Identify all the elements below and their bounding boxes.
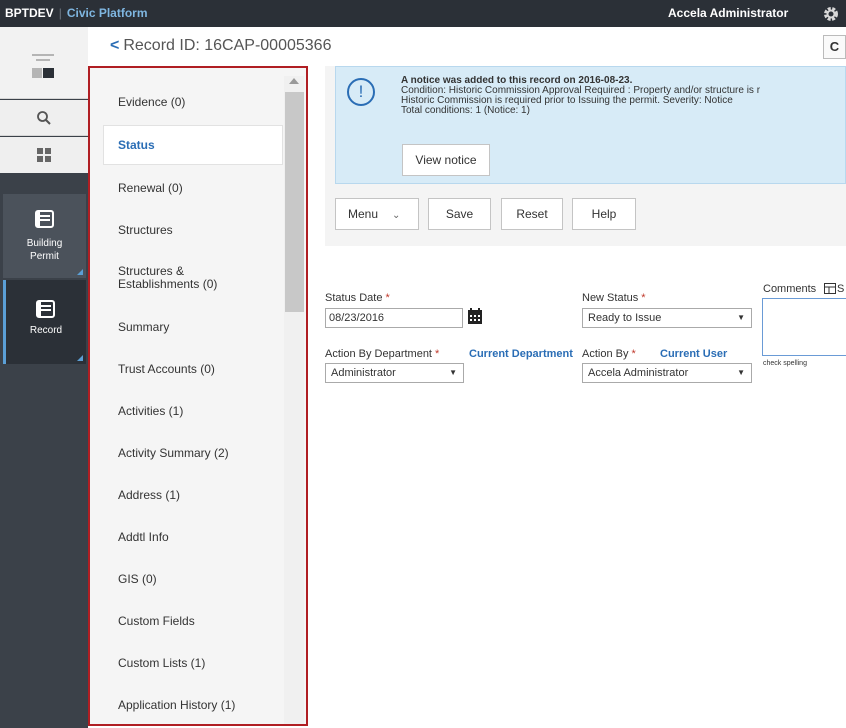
- search-icon: [37, 110, 51, 125]
- action-by-select[interactable]: Accela Administrator ▼: [582, 363, 752, 383]
- nav-tile-building-permit[interactable]: Building Permit: [3, 194, 86, 278]
- select-value: Administrator: [331, 367, 396, 379]
- tab-custom-fields[interactable]: Custom Fields: [118, 614, 195, 628]
- grid-icon: [37, 148, 51, 162]
- record-header: < Record ID: 16CAP-00005366: [110, 37, 331, 55]
- new-status-select[interactable]: Ready to Issue ▼: [582, 308, 752, 328]
- back-chevron-icon[interactable]: <: [110, 37, 119, 54]
- page-title: Record ID: 16CAP-00005366: [123, 37, 332, 54]
- nav-apps[interactable]: [0, 137, 88, 173]
- reset-button[interactable]: Reset: [501, 198, 563, 230]
- required-mark: *: [631, 348, 636, 360]
- nav-tile-record[interactable]: Record: [3, 280, 86, 364]
- tile-label-line2: Permit: [30, 251, 59, 262]
- env-name: BPTDEV: [5, 6, 54, 20]
- label-text: New Status: [582, 292, 639, 304]
- top-bar: BPTDEV | Civic Platform Accela Administrat…: [0, 0, 846, 27]
- notice-total: Total conditions: 1 (Notice: 1): [401, 105, 530, 116]
- select-value: Ready to Issue: [588, 312, 662, 324]
- tab-status[interactable]: Status: [118, 138, 155, 152]
- action-dept-label: Action By Department *: [325, 348, 439, 360]
- tab-gis[interactable]: GIS (0): [118, 572, 157, 586]
- tile-label-line1: Building: [26, 238, 63, 249]
- required-mark: *: [641, 292, 646, 304]
- menu-logo-icon: [32, 54, 54, 78]
- scrollbar-thumb[interactable]: [285, 92, 304, 312]
- notice-banner: ! A notice was added to this record on 2…: [335, 66, 846, 184]
- corner-marker: [77, 355, 83, 361]
- comments-label: Comments: [763, 283, 816, 295]
- tab-custom-lists[interactable]: Custom Lists (1): [118, 656, 205, 670]
- action-by-label: Action By *: [582, 348, 636, 360]
- label-text: Action By: [582, 348, 629, 360]
- select-value: Accela Administrator: [588, 367, 689, 379]
- current-user-link[interactable]: Current User: [660, 348, 727, 360]
- tab-application-history[interactable]: Application History (1): [118, 698, 235, 712]
- expand-icon[interactable]: [824, 283, 836, 294]
- tab-summary[interactable]: Summary: [118, 320, 169, 334]
- tile-label: Record: [29, 325, 63, 336]
- menu-label: Menu: [348, 207, 379, 221]
- dropdown-arrow-icon: ▼: [737, 313, 745, 322]
- check-spelling-link[interactable]: check spelling: [763, 360, 807, 367]
- document-icon: [36, 300, 55, 318]
- new-status-label: New Status *: [582, 292, 646, 304]
- comments-label-suffix: S: [837, 283, 845, 295]
- status-date-label: Status Date *: [325, 292, 390, 304]
- tab-evidence[interactable]: Evidence (0): [118, 95, 185, 109]
- label-text: Action By Department: [325, 348, 432, 360]
- tab-addtl-info[interactable]: Addtl Info: [118, 530, 169, 544]
- status-date-input[interactable]: 08/23/2016: [325, 308, 463, 328]
- view-notice-button[interactable]: View notice: [402, 144, 490, 176]
- tab-structures[interactable]: Structures: [118, 223, 173, 237]
- brand-separator: |: [58, 6, 62, 20]
- required-mark: *: [385, 292, 390, 304]
- refresh-button[interactable]: C: [823, 35, 846, 59]
- calendar-icon[interactable]: [467, 308, 483, 325]
- dropdown-arrow-icon: ▼: [737, 368, 745, 377]
- tab-structures-establishments-line2[interactable]: Establishments (0): [118, 277, 217, 291]
- dropdown-arrow-icon: ▼: [449, 368, 457, 377]
- tab-trust-accounts[interactable]: Trust Accounts (0): [118, 362, 215, 376]
- corner-marker: [77, 269, 83, 275]
- current-department-link[interactable]: Current Department: [469, 348, 573, 360]
- info-icon: !: [347, 78, 375, 106]
- label-text: Status Date: [325, 292, 383, 304]
- chevron-down-icon: ⌄: [392, 210, 401, 221]
- left-nav: Building Permit Record: [0, 27, 88, 728]
- gear-icon[interactable]: [822, 5, 840, 23]
- save-button[interactable]: Save: [428, 198, 491, 230]
- notice-text: A notice was added to this record on 201…: [401, 76, 846, 116]
- nav-logo[interactable]: [0, 27, 88, 99]
- comments-textarea[interactable]: [762, 298, 846, 356]
- scroll-up-arrow-icon[interactable]: [289, 78, 299, 84]
- platform-name: Civic Platform: [66, 6, 148, 20]
- tab-renewal[interactable]: Renewal (0): [118, 181, 183, 195]
- nav-search[interactable]: [0, 100, 88, 136]
- brand[interactable]: BPTDEV | Civic Platform: [5, 6, 148, 20]
- user-name[interactable]: Accela Administrator: [668, 6, 788, 20]
- tab-list-panel: Evidence (0) Status Renewal (0) Structur…: [88, 66, 308, 726]
- required-mark: *: [435, 348, 440, 360]
- menu-button[interactable]: Menu ⌄: [335, 198, 419, 230]
- label-text: Comments: [763, 283, 817, 295]
- tab-activity-summary[interactable]: Activity Summary (2): [118, 446, 229, 460]
- action-dept-select[interactable]: Administrator ▼: [325, 363, 464, 383]
- document-icon: [35, 210, 54, 228]
- tab-activities[interactable]: Activities (1): [118, 404, 183, 418]
- tab-address[interactable]: Address (1): [118, 488, 180, 502]
- tab-structures-establishments-line1[interactable]: Structures &: [118, 264, 184, 278]
- help-button[interactable]: Help: [572, 198, 636, 230]
